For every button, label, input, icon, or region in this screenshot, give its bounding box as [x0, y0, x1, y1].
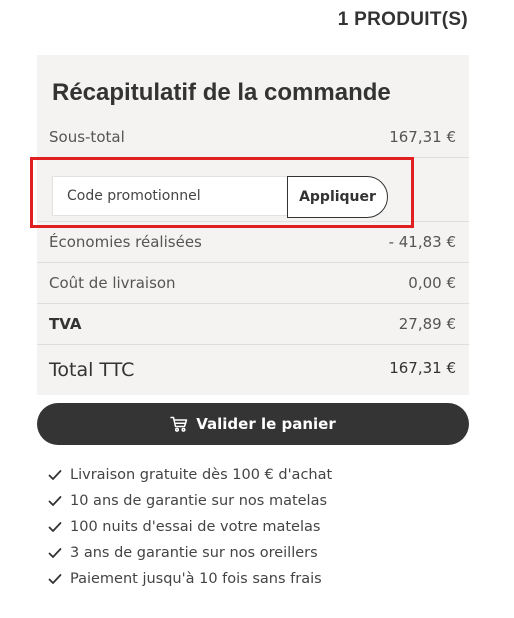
- benefit-text: 100 nuits d'essai de votre matelas: [70, 519, 321, 535]
- total-label: Total TTC: [49, 359, 135, 381]
- benefit-item: 3 ans de garantie sur nos oreillers: [48, 540, 332, 566]
- check-icon: [48, 574, 62, 584]
- benefits-list: Livraison gratuite dès 100 € d'achat 10 …: [48, 462, 332, 592]
- cart-icon: [170, 416, 188, 432]
- promo-code-row: Appliquer: [37, 158, 469, 222]
- checkout-button[interactable]: Valider le panier: [37, 403, 469, 445]
- shipping-row: Coût de livraison 0,00 €: [37, 263, 469, 304]
- summary-title: Récapitulatif de la commande: [52, 79, 391, 106]
- check-icon: [48, 470, 62, 480]
- subtotal-row: Sous-total 167,31 €: [37, 117, 469, 158]
- benefit-item: 100 nuits d'essai de votre matelas: [48, 514, 332, 540]
- savings-label: Économies réalisées: [49, 233, 202, 251]
- product-count: 1 PRODUIT(S): [337, 9, 468, 30]
- check-icon: [48, 522, 62, 532]
- checkout-label: Valider le panier: [196, 415, 336, 433]
- benefit-text: 3 ans de garantie sur nos oreillers: [70, 545, 318, 561]
- benefit-item: Livraison gratuite dès 100 € d'achat: [48, 462, 332, 488]
- apply-promo-button[interactable]: Appliquer: [287, 176, 388, 218]
- total-value: 167,31 €: [389, 359, 456, 377]
- subtotal-value: 167,31 €: [389, 128, 456, 146]
- benefit-item: 10 ans de garantie sur nos matelas: [48, 488, 332, 514]
- vat-row: TVA 27,89 €: [37, 304, 469, 345]
- vat-value: 27,89 €: [398, 315, 456, 333]
- check-icon: [48, 496, 62, 506]
- promo-code-input[interactable]: [52, 176, 287, 216]
- total-row: Total TTC 167,31 €: [37, 345, 469, 395]
- order-summary-panel: Récapitulatif de la commande Sous-total …: [37, 55, 469, 395]
- subtotal-label: Sous-total: [49, 128, 125, 146]
- savings-value: - 41,83 €: [388, 233, 456, 251]
- check-icon: [48, 548, 62, 558]
- benefit-text: Livraison gratuite dès 100 € d'achat: [70, 467, 333, 483]
- benefit-item: Paiement jusqu'à 10 fois sans frais: [48, 566, 332, 592]
- shipping-label: Coût de livraison: [49, 274, 176, 292]
- savings-row: Économies réalisées - 41,83 €: [37, 222, 469, 263]
- benefit-text: Paiement jusqu'à 10 fois sans frais: [70, 571, 322, 587]
- shipping-value: 0,00 €: [408, 274, 456, 292]
- vat-label: TVA: [49, 315, 82, 333]
- benefit-text: 10 ans de garantie sur nos matelas: [70, 493, 328, 509]
